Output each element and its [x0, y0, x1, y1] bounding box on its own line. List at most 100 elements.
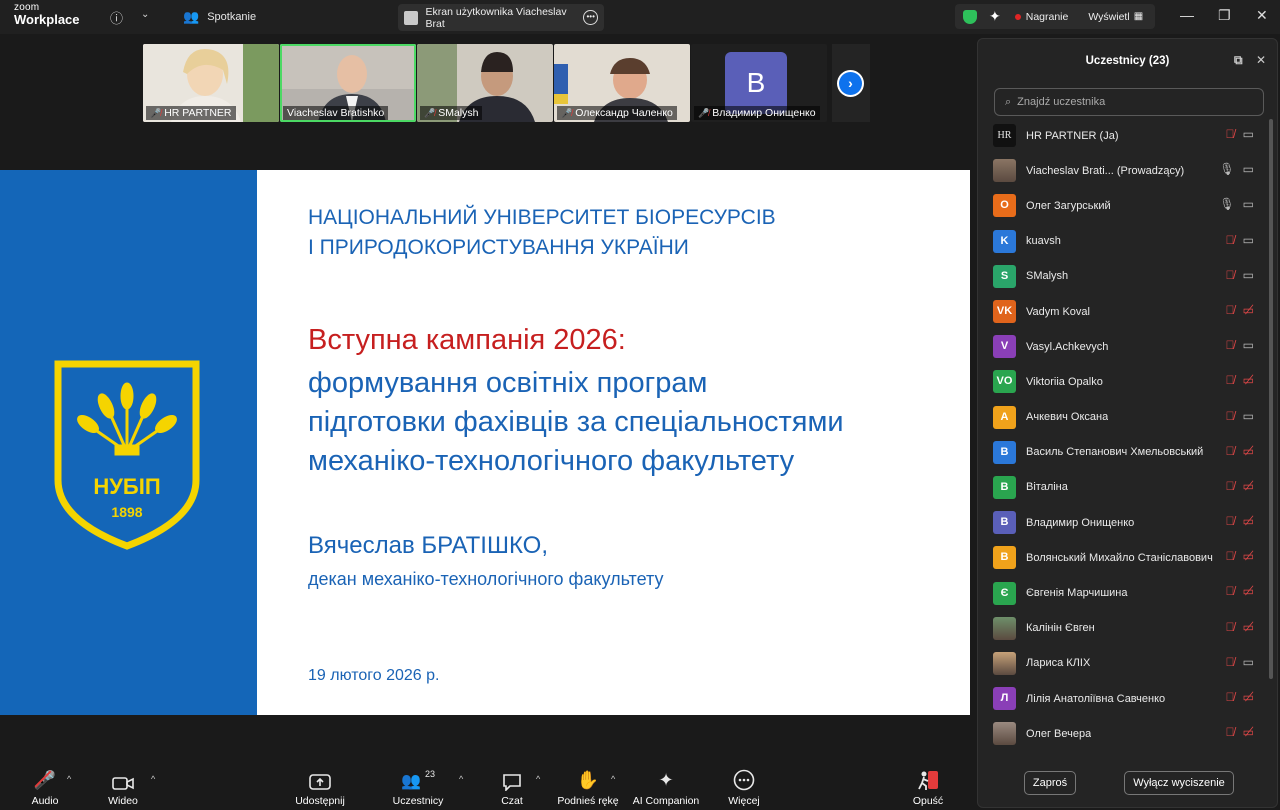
participants-button[interactable]: 👥 23 Uczestnicy [390, 761, 446, 810]
mic-muted-icon[interactable]: 🎙̸ [1226, 584, 1235, 598]
participant-row[interactable]: VO Viktoriia Opalko 🎙̸ ▭̸ [978, 364, 1268, 399]
security-shield-icon[interactable] [963, 9, 977, 24]
participant-row[interactable]: S SMalysh 🎙̸ ▭ [978, 259, 1268, 294]
thumb-hr-partner[interactable]: 🎤̸ HR PARTNER [143, 44, 279, 122]
raise-hand-label: Podnieś rękę [557, 795, 619, 807]
mic-muted-icon[interactable]: 🎙̸ [1226, 514, 1235, 528]
invite-button[interactable]: Zaproś [1024, 771, 1076, 795]
zoom-logo: zoom Workplace [14, 3, 80, 27]
ai-companion-button[interactable]: ✦ AI Companion [632, 761, 700, 810]
audio-button[interactable]: 🎤 Audio [26, 761, 64, 810]
chevron-down-icon[interactable]: ⌄ [141, 9, 149, 20]
mic-muted-icon[interactable]: 🎙̸ [1226, 725, 1235, 739]
camera-off-icon[interactable]: ▭̸ [1243, 690, 1254, 704]
pop-out-icon[interactable]: ⧉ [1234, 53, 1243, 68]
camera-off-icon[interactable]: ▭̸ [1243, 479, 1254, 493]
video-button[interactable]: Wideo [104, 761, 142, 810]
mic-muted-icon[interactable]: 🎙̸ [1226, 479, 1235, 493]
recording-pill: ✦ Nagranie Wyświetl ▦ [955, 4, 1155, 29]
leave-label: Opuść [912, 795, 944, 807]
participant-row[interactable]: Калінін Євген 🎙̸ ▭̸ [978, 611, 1268, 646]
camera-off-icon[interactable]: ▭̸ [1243, 584, 1254, 598]
close-icon[interactable]: ✕ [1256, 7, 1268, 24]
share-screen-tab[interactable]: Ekran użytkownika Viacheslav Brat ••• [398, 4, 604, 31]
unmute-all-button[interactable]: Wyłącz wyciszenie [1124, 771, 1234, 795]
camera-off-icon[interactable]: ▭̸ [1243, 549, 1254, 563]
camera-off-icon[interactable]: ▭̸ [1243, 303, 1254, 317]
mic-muted-icon[interactable]: 🎙̸ [1226, 127, 1235, 141]
mic-muted-icon[interactable]: 🎙̸ [1226, 655, 1235, 669]
share-button[interactable]: Udostępnij [290, 761, 350, 810]
mic-muted-icon[interactable]: 🎙̸ [1226, 303, 1235, 317]
leave-button[interactable]: Opuść [910, 761, 946, 810]
camera-icon[interactable]: ▭ [1243, 127, 1254, 141]
mic-muted-icon[interactable]: 🎙̸ [1226, 690, 1235, 704]
chevron-right-icon: › [839, 72, 862, 95]
camera-icon[interactable]: ▭ [1243, 338, 1254, 352]
participant-row[interactable]: B Владимир Онищенко 🎙̸ ▭̸ [978, 505, 1268, 540]
participant-row[interactable]: B Віталіна 🎙̸ ▭̸ [978, 470, 1268, 505]
camera-off-icon[interactable]: ▭̸ [1243, 620, 1254, 634]
mic-muted-icon[interactable]: 🎙̸ [1226, 373, 1235, 387]
mic-icon[interactable]: 🎙 [1219, 197, 1234, 211]
search-icon: ⌕ [1005, 95, 1012, 108]
participant-row[interactable]: Viacheslav Brati... (Prowadzący) 🎙 ▭ [978, 153, 1268, 188]
participant-row[interactable]: VK Vadym Koval 🎙̸ ▭̸ [978, 294, 1268, 329]
chat-caret-icon[interactable]: ^ [536, 774, 540, 784]
ai-sparkle-icon[interactable]: ✦ [989, 8, 1001, 25]
thumb-name-label: Viacheslav Bratishko [283, 106, 389, 120]
raise-hand-button[interactable]: ✋ Podnieś rękę [556, 761, 620, 810]
mic-muted-icon[interactable]: 🎙̸ [1226, 268, 1235, 282]
minimize-icon[interactable]: — [1180, 7, 1194, 23]
info-icon[interactable]: ⓘ [110, 8, 123, 27]
more-options-icon[interactable]: ••• [583, 10, 598, 25]
mic-muted-icon[interactable]: 🎙̸ [1226, 338, 1235, 352]
mic-muted-icon[interactable]: 🎙̸ [1226, 409, 1235, 423]
video-options-caret-icon[interactable]: ^ [151, 774, 155, 784]
camera-off-icon[interactable]: ▭̸ [1243, 725, 1254, 739]
camera-off-icon[interactable]: ▭̸ [1243, 514, 1254, 528]
reactions-caret-icon[interactable]: ^ [611, 774, 615, 784]
mic-muted-icon[interactable]: 🎙̸ [1226, 620, 1235, 634]
participant-list-scrollbar[interactable] [1269, 119, 1273, 679]
search-placeholder: Znajdź uczestnika [1017, 96, 1106, 108]
participant-row[interactable]: A Ачкевич Оксана 🎙̸ ▭ [978, 400, 1268, 435]
view-button[interactable]: Wyświetl [1088, 11, 1129, 23]
participant-row[interactable]: Kkuavsh 🎙̸ ▭ [978, 224, 1268, 259]
camera-icon[interactable]: ▭ [1243, 162, 1254, 176]
camera-icon[interactable]: ▭ [1243, 233, 1254, 247]
participant-row[interactable]: Л Лілія Анатоліївна Савченко 🎙̸ ▭̸ [978, 681, 1268, 716]
participant-row[interactable]: Лариса КЛІХ 🎙̸ ▭ [978, 646, 1268, 681]
participant-row[interactable]: V Vasyl.Achkevych 🎙̸ ▭ [978, 329, 1268, 364]
participant-row[interactable]: О Олег Загурський 🎙 ▭ [978, 188, 1268, 223]
participant-search-input[interactable]: ⌕ Znajdź uczestnika [994, 88, 1264, 116]
participant-row[interactable]: HR HR PARTNER (Ja) 🎙̸ ▭ [978, 118, 1268, 153]
thumb-smalysh[interactable]: 🎤̸ SMalysh [417, 44, 553, 122]
camera-off-icon[interactable]: ▭̸ [1243, 373, 1254, 387]
thumb-viacheslav[interactable]: Viacheslav Bratishko [280, 44, 416, 122]
participant-row[interactable]: B Василь Степанович Хмельовський 🎙̸ ▭̸ [978, 435, 1268, 470]
close-panel-icon[interactable]: ✕ [1256, 53, 1266, 67]
thumb-volodymyr[interactable]: B 🎤̸ Владимир Онищенко [691, 44, 827, 122]
camera-icon[interactable]: ▭ [1243, 409, 1254, 423]
next-thumbnails-button[interactable]: › [837, 70, 864, 97]
participant-row[interactable]: B Волянський Михайло Станіславович 🎙̸ ▭̸ [978, 540, 1268, 575]
mic-icon[interactable]: 🎙 [1219, 162, 1234, 176]
camera-icon[interactable]: ▭ [1243, 268, 1254, 282]
camera-icon[interactable]: ▭ [1243, 197, 1254, 211]
more-button[interactable]: Więcej [724, 761, 764, 810]
thumb-oleksandr[interactable]: 🎤̸ Олександр Чаленко [554, 44, 690, 122]
mic-muted-icon[interactable]: 🎙̸ [1226, 233, 1235, 247]
chat-button[interactable]: Czat [497, 761, 527, 810]
maximize-icon[interactable]: ❐ [1218, 7, 1231, 24]
audio-options-caret-icon[interactable]: ^ [67, 774, 71, 784]
meeting-menu[interactable]: 👥 Spotkanie [183, 9, 256, 25]
camera-icon[interactable]: ▭ [1243, 655, 1254, 669]
mic-muted-icon[interactable]: 🎙̸ [1226, 549, 1235, 563]
participant-row[interactable]: Є Євгенія Марчишина 🎙̸ ▭̸ [978, 575, 1268, 610]
mic-muted-icon[interactable]: 🎙̸ [1226, 444, 1235, 458]
recording-label[interactable]: Nagranie [1026, 11, 1069, 23]
camera-off-icon[interactable]: ▭̸ [1243, 444, 1254, 458]
participants-caret-icon[interactable]: ^ [459, 774, 463, 784]
participant-row[interactable]: Олег Вечера 🎙̸ ▭̸ [978, 716, 1268, 751]
